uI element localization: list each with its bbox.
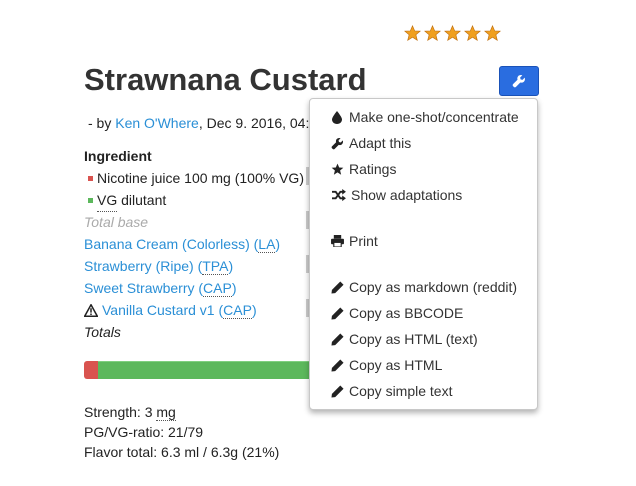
menu-item-ratings[interactable]: Ratings bbox=[330, 161, 396, 177]
star-icon bbox=[330, 162, 344, 176]
star-icon[interactable] bbox=[464, 25, 481, 42]
menu-item-adapt[interactable]: Adapt this bbox=[330, 135, 411, 151]
rating-stars[interactable] bbox=[404, 25, 501, 42]
strength-line: Strength: 3 mg bbox=[84, 404, 176, 421]
table-row[interactable]: Strawberry (Ripe) (TPA) bbox=[84, 255, 304, 277]
menu-item-copy-bbcode[interactable]: Copy as BBCODE bbox=[330, 305, 463, 321]
table-row[interactable]: Vanilla Custard v1 (CAP) bbox=[84, 299, 304, 321]
vendor-abbr: TPA bbox=[202, 258, 229, 275]
totals-row: Totals bbox=[84, 324, 121, 340]
total-base-row: Total base bbox=[84, 214, 149, 230]
byline-date: , Dec 9. 2016, 04: bbox=[198, 115, 310, 131]
flavor-link[interactable]: Banana Cream (Colorless) (LA) bbox=[84, 233, 280, 255]
byline-prefix: - by bbox=[88, 115, 116, 131]
flavor-link[interactable]: Strawberry (Ripe) (TPA) bbox=[84, 255, 233, 277]
vendor-abbr: CAP bbox=[203, 280, 232, 297]
nicotine-color-swatch bbox=[88, 175, 93, 181]
ingredient-table: Ingredient Nicotine juice 100 mg (100% V… bbox=[84, 145, 304, 343]
warning-icon[interactable] bbox=[84, 303, 98, 317]
table-row: VG dilutant bbox=[84, 189, 304, 212]
menu-item-copy-html[interactable]: Copy as HTML bbox=[330, 357, 442, 373]
recipe-stats: Strength: 3 mg PG/VG-ratio: 21/79 Flavor… bbox=[84, 402, 279, 462]
pencil-icon bbox=[330, 332, 344, 346]
vg-abbr[interactable]: VG bbox=[97, 189, 118, 212]
table-row[interactable]: Sweet Strawberry (CAP) bbox=[84, 277, 304, 299]
menu-item-copy-markdown[interactable]: Copy as markdown (reddit) bbox=[330, 279, 517, 295]
shuffle-icon bbox=[330, 188, 346, 202]
tools-dropdown-menu: Make one-shot/concentrate Adapt this Rat… bbox=[309, 98, 538, 410]
flavor-link[interactable]: Sweet Strawberry (CAP) bbox=[84, 277, 237, 299]
byline: - by Ken O'Where, Dec 9. 2016, 04: bbox=[88, 115, 309, 131]
menu-item-print[interactable]: Print bbox=[330, 233, 378, 249]
wrench-icon bbox=[512, 75, 525, 88]
pencil-icon bbox=[330, 306, 344, 320]
menu-item-copy-simple-text[interactable]: Copy simple text bbox=[330, 383, 452, 399]
vendor-abbr: LA bbox=[258, 236, 276, 253]
star-icon[interactable] bbox=[444, 25, 461, 42]
table-header: Ingredient bbox=[84, 148, 152, 164]
pencil-icon bbox=[330, 280, 344, 294]
flavor-total-line: Flavor total: 6.3 ml / 6.3g (21%) bbox=[84, 444, 280, 460]
author-link[interactable]: Ken O'Where bbox=[115, 115, 199, 131]
table-row: Nicotine juice 100 mg (100% VG) bbox=[84, 167, 304, 189]
vendor-abbr: CAP bbox=[223, 302, 252, 319]
vg-label: dilutant bbox=[117, 192, 167, 208]
print-icon bbox=[330, 234, 344, 248]
nicotine-segment bbox=[84, 361, 98, 379]
page-title: Strawnana Custard bbox=[84, 62, 367, 97]
nicotine-label: Nicotine juice 100 mg (100% VG) bbox=[97, 170, 304, 186]
menu-item-show-adaptations[interactable]: Show adaptations bbox=[330, 187, 462, 203]
ratio-line: PG/VG-ratio: 21/79 bbox=[84, 424, 204, 440]
vg-color-swatch bbox=[88, 197, 93, 203]
star-icon[interactable] bbox=[484, 25, 501, 42]
menu-item-copy-html-text[interactable]: Copy as HTML (text) bbox=[330, 331, 478, 347]
table-row[interactable]: Banana Cream (Colorless) (LA) bbox=[84, 233, 304, 255]
wrench-icon bbox=[330, 136, 344, 150]
pencil-icon bbox=[330, 384, 344, 398]
pencil-icon bbox=[330, 358, 344, 372]
tint-icon bbox=[330, 110, 344, 124]
menu-item-one-shot[interactable]: Make one-shot/concentrate bbox=[330, 109, 519, 125]
star-icon[interactable] bbox=[404, 25, 421, 42]
tools-menu-button[interactable] bbox=[499, 66, 539, 96]
flavor-link[interactable]: Vanilla Custard v1 (CAP) bbox=[102, 299, 257, 321]
star-icon[interactable] bbox=[424, 25, 441, 42]
mg-abbr[interactable]: mg bbox=[156, 404, 176, 421]
